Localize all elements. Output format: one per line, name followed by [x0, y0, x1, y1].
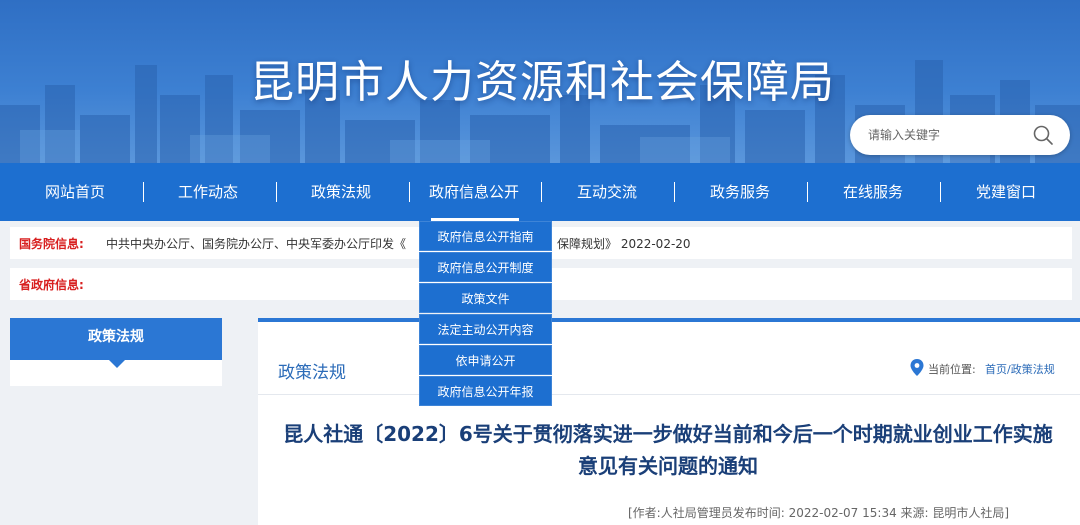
dropdown-item-guide[interactable]: 政府信息公开指南: [419, 221, 552, 251]
state-council-news-link[interactable]: 中共中央办公厅、国务院办公厅、中央军委办公厅印发《: [106, 235, 406, 252]
nav-item-policies[interactable]: 政策法规: [286, 163, 396, 221]
nav-separator: [807, 182, 808, 202]
search-input[interactable]: [868, 124, 1028, 146]
gov-info-dropdown: 政府信息公开指南 政府信息公开制度 政策文件 法定主动公开内容 依申请公开 政府…: [419, 218, 552, 407]
dropdown-item-application-disclosure[interactable]: 依申请公开: [419, 345, 552, 375]
state-council-news-tail[interactable]: 保障规划》 2022-02-20: [557, 235, 691, 252]
nav-item-work-news[interactable]: 工作动态: [153, 163, 263, 221]
nav-separator: [276, 182, 277, 202]
search-icon[interactable]: [1032, 124, 1054, 146]
dropdown-item-statutory-disclosure[interactable]: 法定主动公开内容: [419, 314, 552, 344]
nav-separator: [674, 182, 675, 202]
nav-separator: [143, 182, 144, 202]
section-title: 政策法规: [278, 363, 346, 383]
site-title: 昆明市人力资源和社会保障局: [250, 57, 835, 108]
page: 昆明市人力资源和社会保障局 网站首页 工作动态 政策法规 政府信息公开 互动交流…: [0, 0, 1080, 525]
province-label: 省政府信息:: [19, 278, 84, 292]
nav-item-gov-services[interactable]: 政务服务: [685, 163, 795, 221]
state-council-label: 国务院信息:: [19, 237, 84, 251]
nav-item-online-services[interactable]: 在线服务: [818, 163, 928, 221]
divider: [258, 394, 1080, 395]
header-banner: 昆明市人力资源和社会保障局: [0, 0, 1080, 165]
nav-separator: [409, 182, 410, 202]
nav-item-party-building[interactable]: 党建窗口: [951, 163, 1061, 221]
nav-separator: [940, 182, 941, 202]
dropdown-item-policy-docs[interactable]: 政策文件: [419, 283, 552, 313]
nav-separator: [541, 182, 542, 202]
article-title: 昆人社通〔2022〕6号关于贯彻落实进一步做好当前和今后一个时期就业创业工作实施…: [283, 422, 1053, 478]
main-nav: 网站首页 工作动态 政策法规 政府信息公开 互动交流 政务服务 在线服务 党建窗…: [0, 163, 1080, 221]
nav-item-gov-info[interactable]: 政府信息公开: [413, 163, 535, 221]
article-meta: [作者:人社局管理员发布时间: 2022-02-07 15:34 来源: 昆明市…: [628, 506, 1010, 520]
sidebar-title[interactable]: 政策法规: [10, 318, 222, 360]
location-label: 当前位置:: [928, 363, 976, 376]
nav-item-interaction[interactable]: 互动交流: [552, 163, 662, 221]
sidebar-caret: [109, 360, 125, 368]
dropdown-item-annual-report[interactable]: 政府信息公开年报: [419, 376, 552, 406]
dropdown-item-system[interactable]: 政府信息公开制度: [419, 252, 552, 282]
location-pin-icon: [910, 359, 924, 376]
search-box: [850, 115, 1070, 155]
nav-item-home[interactable]: 网站首页: [20, 163, 130, 221]
dropdown-indicator: [431, 218, 519, 221]
breadcrumb[interactable]: 首页/政策法规: [985, 361, 1055, 377]
main-panel: 政策法规 当前位置: 首页/政策法规 昆人社通〔2022〕6号关于贯彻落实进一步…: [258, 318, 1080, 525]
